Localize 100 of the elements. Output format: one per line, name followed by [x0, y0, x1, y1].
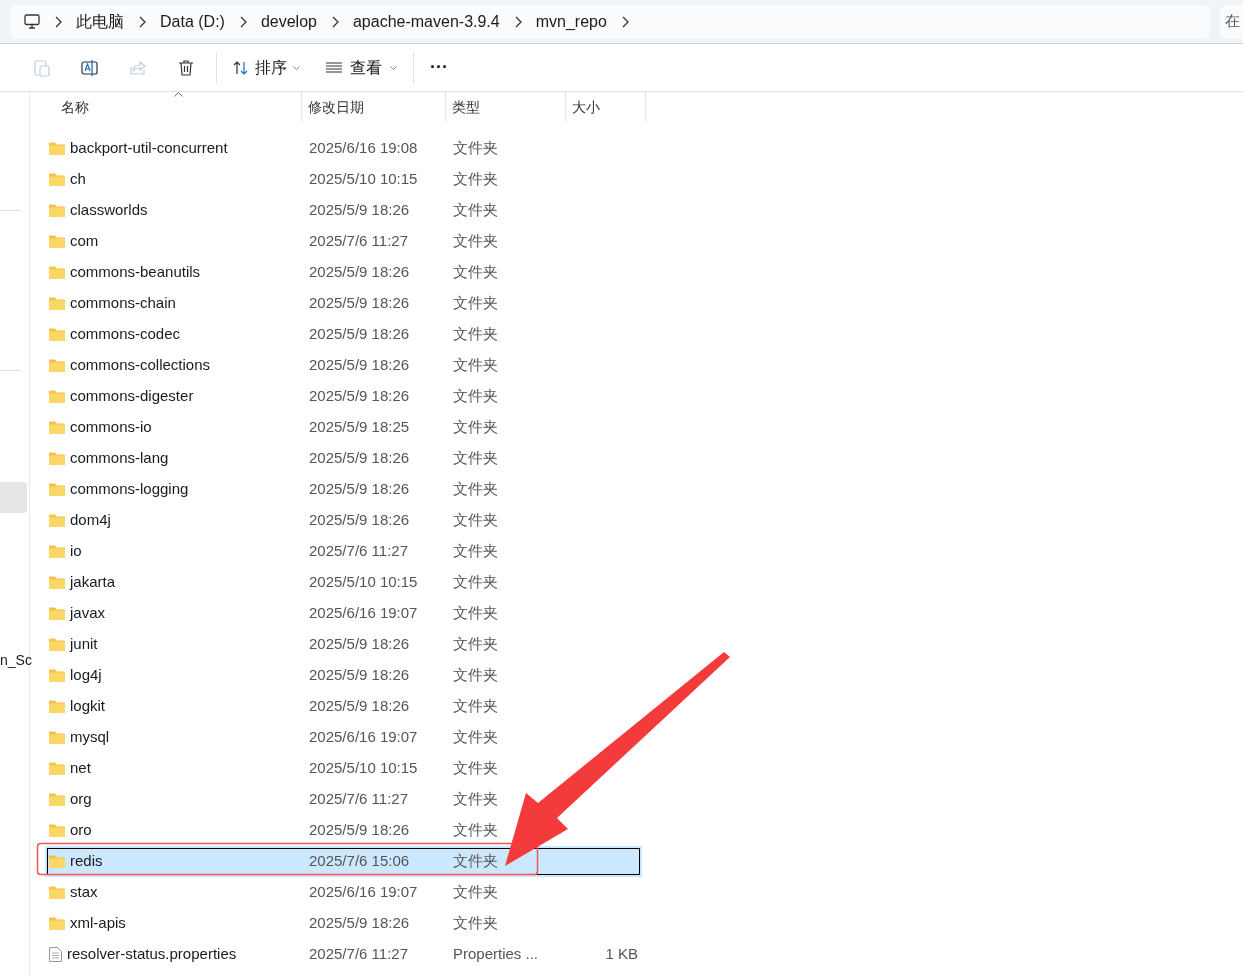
caret-icon [390, 65, 397, 70]
file-row[interactable]: io 2025/7/6 11:27 文件夹 [45, 536, 505, 567]
file-row[interactable]: logkit 2025/5/9 18:26 文件夹 [45, 691, 505, 722]
file-row[interactable]: com 2025/7/6 11:27 文件夹 [45, 226, 505, 257]
date-cell-text: 2025/5/9 18:26 [308, 324, 411, 345]
folder-icon [49, 576, 65, 589]
file-row[interactable]: backport-util-concurrent 2025/6/16 19:08 文件夹 [45, 133, 505, 164]
type-cell-text: Properties ... [452, 944, 540, 965]
chevron-icon [620, 15, 629, 28]
breadcrumb[interactable]: mvn_repo [535, 9, 607, 34]
file-row[interactable]: stax 2025/6/16 19:07 文件夹 [45, 877, 505, 908]
nav-item-label[interactable]: n_Sc [0, 652, 32, 668]
type-cell-text: 文件夹 [452, 541, 499, 562]
file-row[interactable]: resolver-status.properties 2025/7/6 11:27 Properties ... 1 KB [45, 939, 642, 970]
type-cell-text: 文件夹 [452, 789, 499, 810]
file-name: jakarta [70, 572, 116, 593]
date-cell-text: 2025/5/9 18:26 [308, 448, 411, 469]
column-header[interactable]: 类型 [446, 92, 566, 122]
breadcrumb[interactable]: Data (D:) [160, 9, 225, 34]
date-cell-text: 2025/5/9 18:26 [308, 510, 411, 531]
date-cell-text: 2025/7/6 11:27 [308, 789, 409, 810]
file-row[interactable]: junit 2025/5/9 18:26 文件夹 [45, 629, 505, 660]
nav-item-highlight[interactable] [0, 482, 27, 513]
view-button[interactable]: 查看 [316, 47, 407, 88]
file-row[interactable]: net 2025/5/10 10:15 文件夹 [45, 753, 505, 784]
file-row[interactable]: commons-digester 2025/5/9 18:26 文件夹 [45, 381, 505, 412]
chevron-icon [54, 15, 62, 28]
column-header[interactable]: 大小 [566, 92, 646, 122]
address-bar[interactable]: 此电脑 Data (D:) develop apache-maven-3.9.4 mvn_repo [10, 4, 1210, 39]
sort-arrows-icon [233, 60, 249, 75]
folder-icon [49, 607, 65, 620]
file-row[interactable]: redis 2025/7/6 15:06 文件夹 [45, 846, 642, 877]
type-cell-text: 文件夹 [452, 448, 499, 469]
file-row[interactable]: commons-logging 2025/5/9 18:26 文件夹 [45, 474, 505, 505]
date-cell-text: 2025/5/9 18:26 [308, 665, 411, 686]
type-cell-text: 文件夹 [452, 293, 499, 314]
type-cell-text: 文件夹 [452, 231, 499, 252]
column-header[interactable]: 修改日期 [302, 92, 446, 122]
file-row[interactable]: org 2025/7/6 11:27 文件夹 [45, 784, 505, 815]
file-row[interactable]: commons-beanutils 2025/5/9 18:26 文件夹 [45, 257, 505, 288]
file-row[interactable]: mysql 2025/6/16 19:07 文件夹 [45, 722, 505, 753]
folder-icon [49, 266, 65, 279]
file-name: io [70, 541, 82, 562]
file-row[interactable]: log4j 2025/5/9 18:26 文件夹 [45, 660, 505, 691]
file-name: commons-lang [70, 448, 169, 469]
type-cell-text: 文件夹 [452, 200, 499, 221]
date-cell-text: 2025/5/9 18:26 [308, 479, 411, 500]
folder-icon [49, 545, 65, 558]
file-row[interactable]: commons-codec 2025/5/9 18:26 文件夹 [45, 319, 505, 350]
folder-icon [49, 793, 65, 806]
breadcrumb[interactable]: apache-maven-3.9.4 [352, 9, 500, 34]
date-cell-text: 2025/5/10 10:15 [308, 758, 419, 779]
file-row[interactable]: xml-apis 2025/5/9 18:26 文件夹 [45, 908, 505, 939]
file-row[interactable]: ch 2025/5/10 10:15 文件夹 [45, 164, 505, 195]
file-row[interactable]: commons-chain 2025/5/9 18:26 文件夹 [45, 288, 505, 319]
caret-icon [293, 65, 300, 70]
type-cell-text: 文件夹 [452, 572, 499, 593]
folder-icon [49, 173, 65, 186]
folder-icon [49, 514, 65, 527]
file-row[interactable]: commons-lang 2025/5/9 18:26 文件夹 [45, 443, 505, 474]
date-cell-text: 2025/5/9 18:26 [308, 913, 411, 934]
sort-up-icon [174, 92, 183, 97]
type-cell-text: 文件夹 [452, 634, 499, 655]
file-row[interactable]: classworlds 2025/5/9 18:26 文件夹 [45, 195, 505, 226]
breadcrumb[interactable]: 此电脑 [76, 9, 124, 34]
date-cell-text: 2025/5/9 18:26 [308, 355, 411, 376]
sort-button[interactable]: 排序 [223, 47, 310, 88]
file-row[interactable]: dom4j 2025/5/9 18:26 文件夹 [45, 505, 505, 536]
file-name: commons-io [70, 417, 152, 438]
chevron-icon [513, 15, 522, 28]
file-row[interactable]: oro 2025/5/9 18:26 文件夹 [45, 815, 505, 846]
document-icon [49, 947, 62, 962]
file-row[interactable]: commons-collections 2025/5/9 18:26 文件夹 [45, 350, 505, 381]
column-header[interactable]: 名称 [30, 92, 302, 122]
folder-icon [49, 359, 65, 372]
date-cell-text: 2025/5/10 10:15 [308, 169, 419, 190]
file-row[interactable]: javax 2025/6/16 19:07 文件夹 [45, 598, 505, 629]
folder-icon [49, 700, 65, 713]
folder-icon [49, 421, 65, 434]
breadcrumb[interactable]: develop [260, 9, 317, 34]
date-cell-text: 2025/6/16 19:07 [308, 727, 419, 748]
type-cell-text: 文件夹 [452, 696, 499, 717]
type-cell-text: 文件夹 [452, 138, 499, 159]
type-cell-text: 文件夹 [452, 355, 499, 376]
chevron-icon [330, 15, 339, 28]
file-name: commons-digester [70, 386, 194, 407]
file-name: commons-beanutils [70, 262, 201, 283]
file-name: ch [70, 169, 86, 190]
file-name: junit [70, 634, 98, 655]
chevron-icon [138, 15, 146, 28]
file-row[interactable]: commons-io 2025/5/9 18:25 文件夹 [45, 412, 505, 443]
file-row[interactable]: jakarta 2025/5/10 10:15 文件夹 [45, 567, 505, 598]
file-name: resolver-status.properties [67, 944, 237, 965]
file-name: oro [70, 820, 92, 841]
more-button[interactable]: ··· [420, 47, 458, 88]
file-name: redis [70, 851, 103, 872]
search-field[interactable]: 在 [1220, 4, 1243, 39]
date-cell-text: 2025/7/6 11:27 [308, 541, 409, 562]
type-cell-text: 文件夹 [452, 510, 499, 531]
folder-icon [49, 638, 65, 651]
